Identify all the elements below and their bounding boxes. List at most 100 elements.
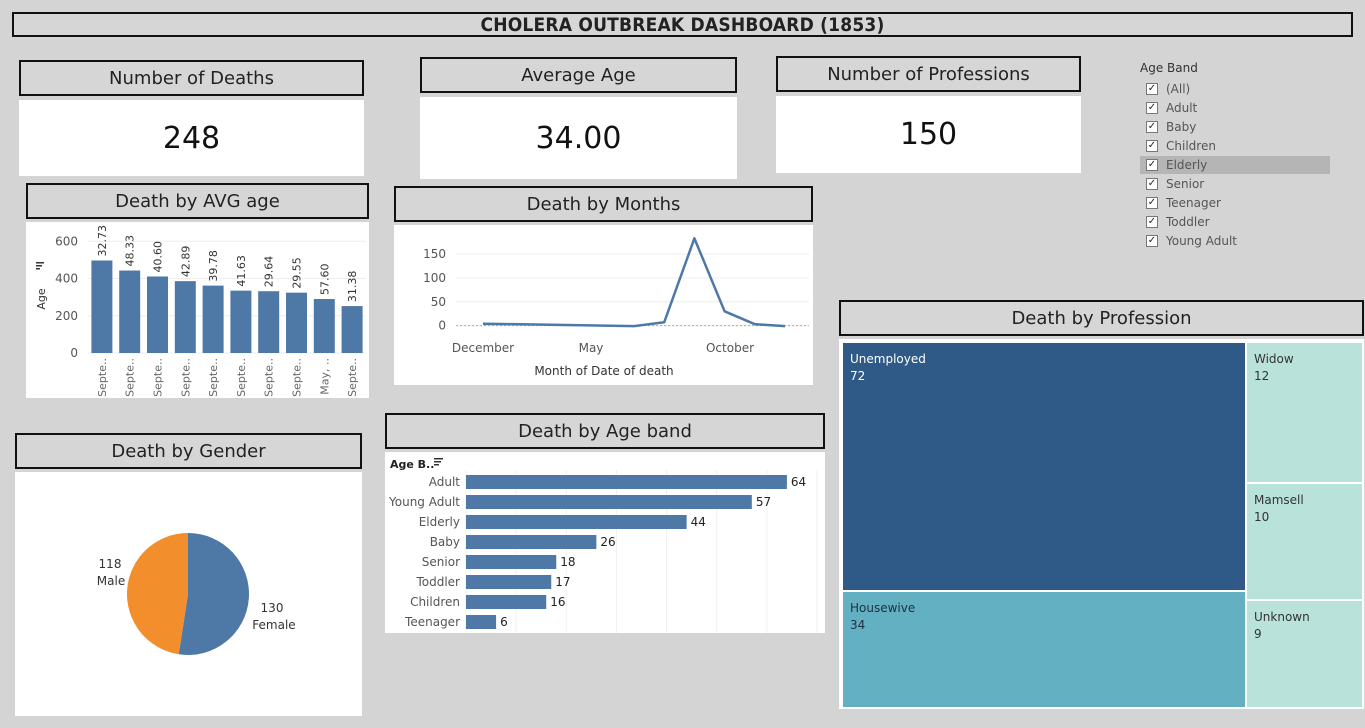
bar: [286, 292, 307, 353]
checkbox-icon[interactable]: ✓: [1146, 83, 1158, 95]
filter-item[interactable]: ✓ Toddler: [1140, 213, 1330, 231]
treemap-value: 12: [1254, 369, 1270, 383]
checkbox-icon[interactable]: ✓: [1146, 102, 1158, 114]
sort-icon: [434, 461, 441, 463]
checkbox-icon[interactable]: ✓: [1146, 159, 1158, 171]
kpi-avg-age-title: Average Age: [420, 57, 737, 93]
bar: [258, 291, 280, 353]
treemap-value: 72: [850, 369, 866, 383]
x-tick-label: Septe..: [291, 358, 304, 397]
treemap-value: 10: [1254, 510, 1270, 524]
months-chart-title: Death by Months: [394, 186, 813, 222]
avg-age-bar-chart: 0 200 400 600 Age 32.73 Septe.. 48.33 Septe.. 40.…: [35, 225, 366, 397]
dashboard-title: CHOLERA OUTBREAK DASHBOARD (1853): [12, 12, 1353, 37]
x-axis-label: Month of Date of death: [534, 364, 673, 378]
bar: [466, 555, 557, 569]
x-tick-label: December: [452, 341, 514, 355]
sort-icon: [434, 458, 443, 460]
filter-item[interactable]: ✓ Children: [1140, 137, 1330, 155]
data-label: 29.55: [291, 257, 304, 289]
kpi-deaths-value: 248: [19, 100, 364, 176]
gender-chart-panel: 130 Female 118 Male: [15, 472, 362, 716]
filter-item-label: Senior: [1166, 177, 1205, 191]
data-label: 57.60: [318, 264, 331, 296]
y-tick-label: Senior: [422, 555, 460, 569]
kpi-professions-title: Number of Professions: [776, 56, 1081, 92]
data-label: 29.64: [263, 256, 276, 288]
data-label: 16: [550, 595, 565, 609]
treemap-label: Mamsell: [1254, 493, 1304, 507]
bar: [341, 306, 363, 353]
profession-treemap: Unemployed 72 Housewive 34 Widow 12 Mamsell 10 U…: [843, 343, 1362, 707]
checkbox-icon[interactable]: ✓: [1146, 235, 1158, 247]
series-line: [482, 237, 786, 328]
filter-item[interactable]: ✓ Teenager: [1140, 194, 1330, 212]
x-tick-label: Septe..: [207, 358, 220, 397]
data-label: 130: [261, 601, 284, 615]
y-tick-label: Toddler: [415, 575, 460, 589]
treemap-label: Unemployed: [850, 352, 926, 366]
gender-chart-title: Death by Gender: [15, 433, 362, 469]
pie-slice: [127, 533, 188, 655]
legend-label: Female: [252, 618, 295, 632]
bar: [466, 615, 497, 629]
filter-item-label: Adult: [1166, 101, 1198, 115]
data-label: 39.78: [207, 250, 220, 282]
data-label: 48.33: [124, 235, 137, 267]
bar: [466, 475, 787, 489]
x-tick-label: Septe..: [124, 358, 137, 397]
treemap-cell: Widow 12: [1247, 343, 1362, 482]
ageband-chart-panel: Age B.. Adult 64 Young Adult 57 Elderly 44 Baby…: [385, 452, 825, 633]
y-tick-label: 100: [423, 271, 446, 285]
filter-title: Age Band: [1140, 61, 1198, 75]
bar: [466, 495, 752, 509]
ageband-chart-title: Death by Age band: [385, 413, 825, 449]
profession-chart-panel: Unemployed 72 Housewive 34 Widow 12 Mamsell 10 U…: [839, 339, 1364, 709]
y-tick-label: Adult: [429, 475, 461, 489]
x-tick-label: Septe..: [179, 358, 192, 397]
treemap-label: Unknown: [1254, 610, 1310, 624]
filter-item-label: Elderly: [1166, 158, 1208, 172]
treemap-label: Widow: [1254, 352, 1294, 366]
data-label: 41.63: [235, 255, 248, 287]
data-label: 31.38: [346, 271, 359, 303]
data-label: 57: [756, 495, 771, 509]
checkbox-icon[interactable]: ✓: [1146, 121, 1158, 133]
checkbox-icon[interactable]: ✓: [1146, 197, 1158, 209]
y-tick-label: Elderly: [419, 515, 460, 529]
checkbox-icon[interactable]: ✓: [1146, 216, 1158, 228]
treemap-value: 9: [1254, 627, 1262, 641]
bar: [119, 270, 141, 353]
kpi-professions-value: 150: [776, 96, 1081, 173]
ageband-bar-chart: Age B.. Adult 64 Young Adult 57 Elderly 44 Baby…: [388, 458, 818, 633]
bar: [202, 285, 224, 353]
filter-item-label: Toddler: [1166, 215, 1210, 229]
y-tick-label: Young Adult: [388, 495, 460, 509]
filter-item[interactable]: ✓ Baby: [1140, 118, 1330, 136]
checkbox-icon[interactable]: ✓: [1146, 178, 1158, 190]
sort-icon: [36, 268, 40, 270]
data-label: 6: [500, 615, 508, 629]
bar: [230, 290, 252, 353]
filter-item[interactable]: ✓ Young Adult: [1140, 232, 1330, 250]
y-tick-label: 400: [55, 272, 78, 286]
bar: [466, 575, 552, 589]
data-label: 118: [99, 557, 122, 571]
data-label: 26: [600, 535, 615, 549]
gender-pie-chart: 130 Female 118 Male: [97, 533, 296, 655]
treemap-cell: Housewive 34: [843, 592, 1245, 707]
treemap-cell: Unknown 9: [1247, 601, 1362, 707]
filter-item[interactable]: ✓ Adult: [1140, 99, 1330, 117]
data-label: 18: [560, 555, 575, 569]
data-label: 42.89: [179, 246, 192, 278]
sort-icon: [434, 464, 439, 466]
filter-item-label: (All): [1166, 82, 1191, 96]
months-line-chart: 0 50 100 150 December May October Month of Date…: [423, 237, 809, 378]
checkbox-icon[interactable]: ✓: [1146, 140, 1158, 152]
filter-item[interactable]: ✓ (All): [1140, 80, 1330, 98]
treemap-value: 34: [850, 618, 866, 632]
filter-item[interactable]: ✓ Senior: [1140, 175, 1330, 193]
x-tick-label: Septe..: [235, 358, 248, 397]
treemap-cell: Unemployed 72: [843, 343, 1245, 590]
filter-item[interactable]: ✓ Elderly: [1140, 156, 1330, 174]
